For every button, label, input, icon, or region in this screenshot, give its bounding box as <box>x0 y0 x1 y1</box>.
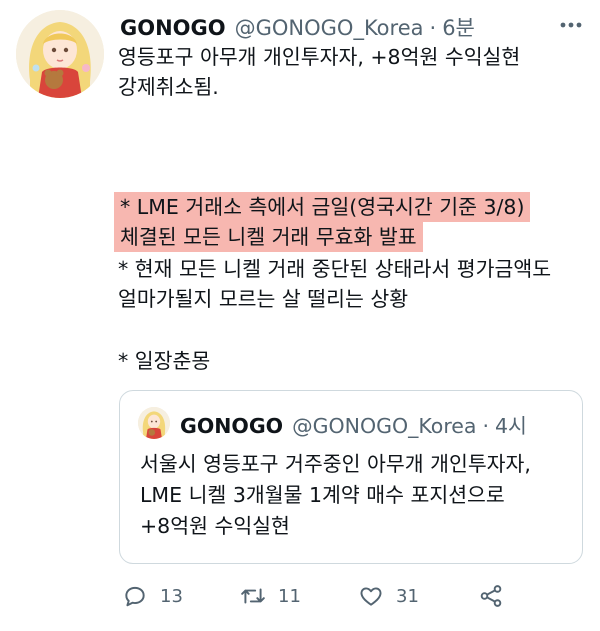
reply-button[interactable]: 13 <box>122 578 183 614</box>
tweet-header: GONOGO @GONOGO_Korea · 6분 <box>120 12 475 40</box>
quoted-line: +8억원 수익실현 <box>140 514 290 538</box>
quoted-timestamp: 4시 <box>495 414 527 438</box>
highlighted-line: * LME 거래소 측에서 금일(영국시간 기준 3/8) <box>114 192 531 222</box>
tweet-line: 얼마가될지 모르는 살 떨리는 상황 <box>118 287 409 311</box>
quoted-line: LME 니켈 3개월물 1계약 매수 포지션으로 <box>140 483 505 507</box>
tweet-line: 영등포구 아무개 개인투자자, +8억원 수익실현 <box>118 45 521 69</box>
quoted-header: GONOGO @GONOGO_Korea · 4시 <box>180 409 527 439</box>
more-button[interactable] <box>558 12 584 38</box>
quoted-handle: @GONOGO_Korea <box>292 414 477 438</box>
user-handle[interactable]: @GONOGO_Korea <box>235 16 424 40</box>
profile-avatar[interactable] <box>16 10 104 98</box>
tweet-line: * 일장춘몽 <box>118 349 211 373</box>
avatar-illustration <box>16 10 104 98</box>
display-name[interactable]: GONOGO <box>120 16 226 40</box>
quoted-line: 서울시 영등포구 거주중인 아무개 개인투자자, <box>140 452 531 476</box>
retweet-icon <box>241 588 265 604</box>
reply-icon <box>125 586 145 607</box>
separator-dot: · <box>482 414 490 438</box>
share-icon <box>480 585 502 607</box>
timestamp[interactable]: 6분 <box>442 12 475 42</box>
like-button[interactable]: 31 <box>358 578 419 614</box>
quoted-avatar <box>138 407 170 439</box>
avatar-illustration <box>138 407 170 439</box>
tweet-line: * 현재 모든 니켈 거래 중단된 상태라서 평가금액도 <box>118 257 552 281</box>
highlighted-line: 체결된 모든 니켈 거래 무효화 발표 <box>114 222 423 252</box>
quoted-display-name: GONOGO <box>180 414 284 438</box>
retweet-button[interactable]: 11 <box>240 578 301 614</box>
tweet-line: 강제취소됨. <box>118 75 219 99</box>
like-count: 31 <box>396 585 419 607</box>
more-icon <box>560 22 582 28</box>
like-icon <box>360 587 382 606</box>
retweet-count: 11 <box>278 585 301 607</box>
quoted-text: 서울시 영등포구 거주중인 아무개 개인투자자, LME 니켈 3개월물 1계약… <box>140 449 570 542</box>
separator-dot: · <box>429 16 437 40</box>
quoted-tweet[interactable]: GONOGO @GONOGO_Korea · 4시 서울시 영등포구 거주중인 … <box>119 390 583 564</box>
share-button[interactable] <box>478 578 516 614</box>
reply-count: 13 <box>160 585 183 607</box>
action-bar: 13 11 31 <box>118 578 588 618</box>
